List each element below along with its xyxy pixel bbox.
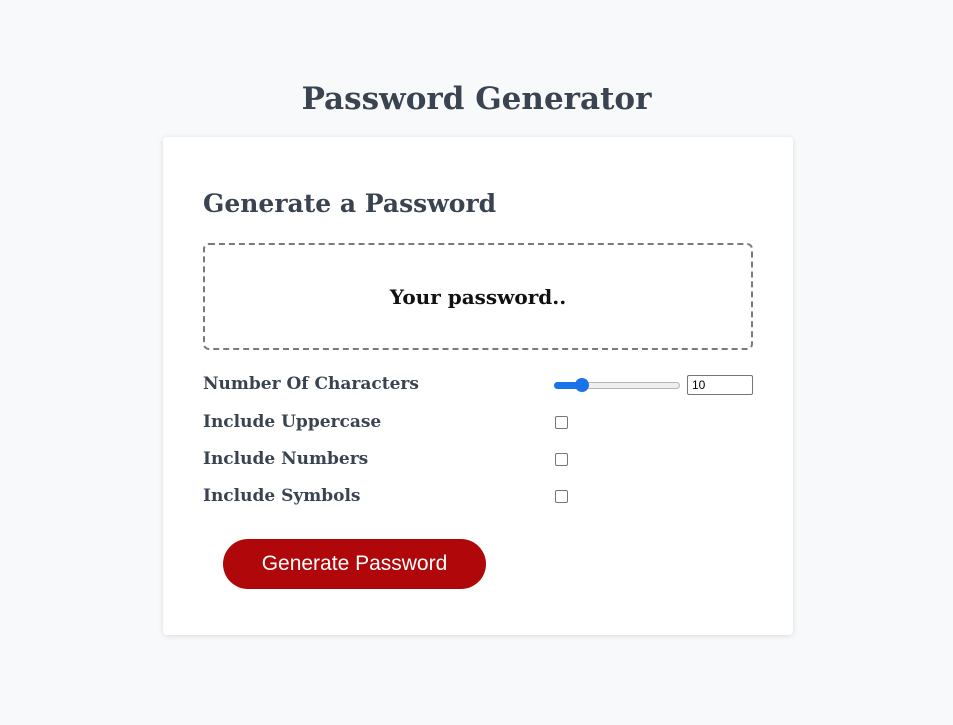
- card-heading: Generate a Password: [203, 189, 497, 218]
- uppercase-checkbox[interactable]: [555, 416, 568, 429]
- page-title: Password Generator: [301, 81, 652, 117]
- numbers-label: Include Numbers: [203, 449, 369, 469]
- length-option-row: Number Of Characters 10: [203, 370, 753, 398]
- password-placeholder: Your password..: [389, 284, 567, 309]
- length-number-input[interactable]: 10: [687, 375, 753, 395]
- symbols-checkbox[interactable]: [555, 490, 568, 503]
- length-slider[interactable]: [554, 378, 680, 392]
- length-label: Number Of Characters: [203, 374, 419, 394]
- numbers-checkbox[interactable]: [555, 453, 568, 466]
- numbers-option-row: Include Numbers: [203, 445, 753, 473]
- length-slider-thumb[interactable]: [575, 378, 589, 392]
- generator-card: Generate a Password Your password.. Numb…: [163, 137, 793, 635]
- generate-password-button[interactable]: Generate Password: [223, 539, 486, 589]
- symbols-label: Include Symbols: [203, 486, 361, 506]
- password-display: Your password..: [203, 243, 753, 350]
- uppercase-option-row: Include Uppercase: [203, 408, 753, 436]
- uppercase-label: Include Uppercase: [203, 412, 382, 432]
- symbols-option-row: Include Symbols: [203, 482, 753, 510]
